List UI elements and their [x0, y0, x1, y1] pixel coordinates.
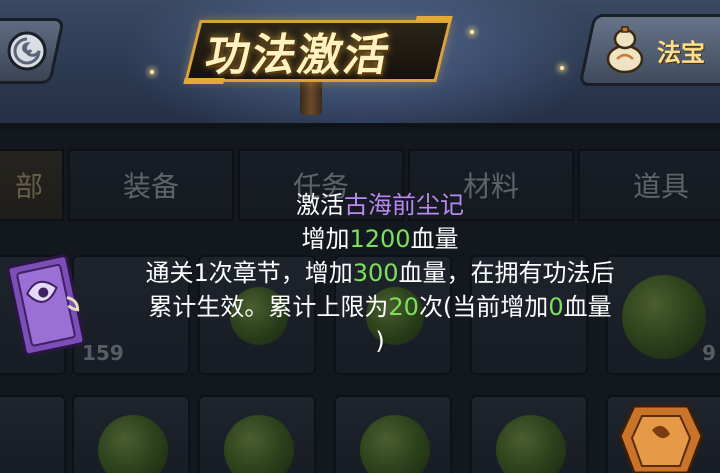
limit-value: 20 [388, 293, 419, 321]
sparkle-decoration [560, 66, 564, 70]
tooltip-line-limit: 累计生效。累计上限为20次(当前增加0血量 [80, 290, 680, 324]
current-bonus-value: 0 [548, 293, 564, 321]
tooltip-text: 累计生效。累计上限为 [148, 293, 389, 321]
stage-bonus-value: 300 [352, 259, 399, 287]
tooltip-line-close: ) [375, 327, 385, 355]
tooltip-text: 次(当前增加 [418, 293, 549, 321]
tooltip-line-bonus: 增加1200血量 [80, 222, 680, 256]
back-button[interactable] [0, 18, 66, 84]
skill-name: 古海前尘记 [344, 191, 464, 219]
tooltip-text: 血量，在拥有功法后 [398, 259, 615, 287]
tooltip-text: 激活 [296, 191, 344, 219]
scroll-icon [6, 254, 86, 357]
treasure-button[interactable]: 法宝 [578, 14, 720, 86]
title-plate: 功法激活 [183, 12, 456, 96]
swirl-back-icon [7, 31, 47, 71]
top-bar: 功法激活 法宝 [0, 0, 720, 126]
tooltip-text: 血量 [410, 225, 459, 253]
tooltip-text: 增加 [301, 225, 350, 253]
page-title: 功法激活 [201, 30, 395, 81]
treasure-button-label: 法宝 [657, 38, 705, 67]
tooltip-text: 血量 [563, 293, 612, 321]
sparkle-decoration [470, 30, 474, 34]
tooltip-line-stage: 通关1次章节，增加300血量，在拥有功法后 [80, 256, 680, 290]
tooltip-text: 通关1次章节，增加 [145, 259, 353, 287]
skill-activation-tooltip: 激活古海前尘记 增加1200血量 通关1次章节，增加300血量，在拥有功法后 累… [80, 188, 680, 428]
gourd-icon [606, 26, 644, 74]
sparkle-decoration [150, 70, 154, 74]
tooltip-line-activate: 激活古海前尘记 [80, 188, 680, 222]
hp-bonus-value: 1200 [349, 225, 411, 253]
